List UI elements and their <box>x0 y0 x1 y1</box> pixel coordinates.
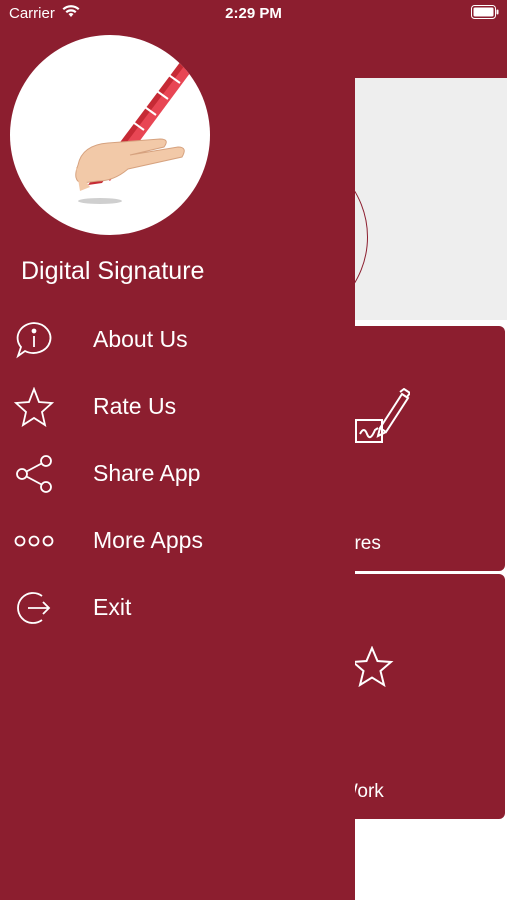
app-logo <box>10 35 210 235</box>
menu-item-exit[interactable]: Exit <box>0 578 355 638</box>
share-icon <box>16 455 52 493</box>
star-icon <box>350 646 394 688</box>
menu-label-share-app: Share App <box>93 460 201 486</box>
app-title: Digital Signature <box>21 257 205 285</box>
more-dots-icon <box>14 535 54 547</box>
side-drawer: Digital Signature About Us Rate Us Share… <box>0 0 355 900</box>
menu-label-exit: Exit <box>93 594 132 620</box>
menu-item-rate-us[interactable]: Rate Us <box>0 377 355 437</box>
menu-item-about-us[interactable]: About Us <box>0 310 355 370</box>
menu-item-share-app[interactable]: Share App <box>0 444 355 504</box>
quill-hand-icon <box>75 40 201 204</box>
menu-label-more-apps: More Apps <box>93 527 203 553</box>
status-bar: Carrier 2:29 PM <box>0 0 507 28</box>
menu-label-rate-us: Rate Us <box>93 393 177 419</box>
star-icon <box>14 387 54 427</box>
exit-icon <box>17 592 51 624</box>
menu-item-more-apps[interactable]: More Apps <box>0 511 355 571</box>
signature-pen-icon <box>355 388 410 443</box>
info-chat-icon <box>16 322 52 359</box>
menu-label-about-us: About Us <box>93 326 188 352</box>
battery-icon <box>471 5 499 19</box>
clock: 2:29 PM <box>225 5 282 22</box>
